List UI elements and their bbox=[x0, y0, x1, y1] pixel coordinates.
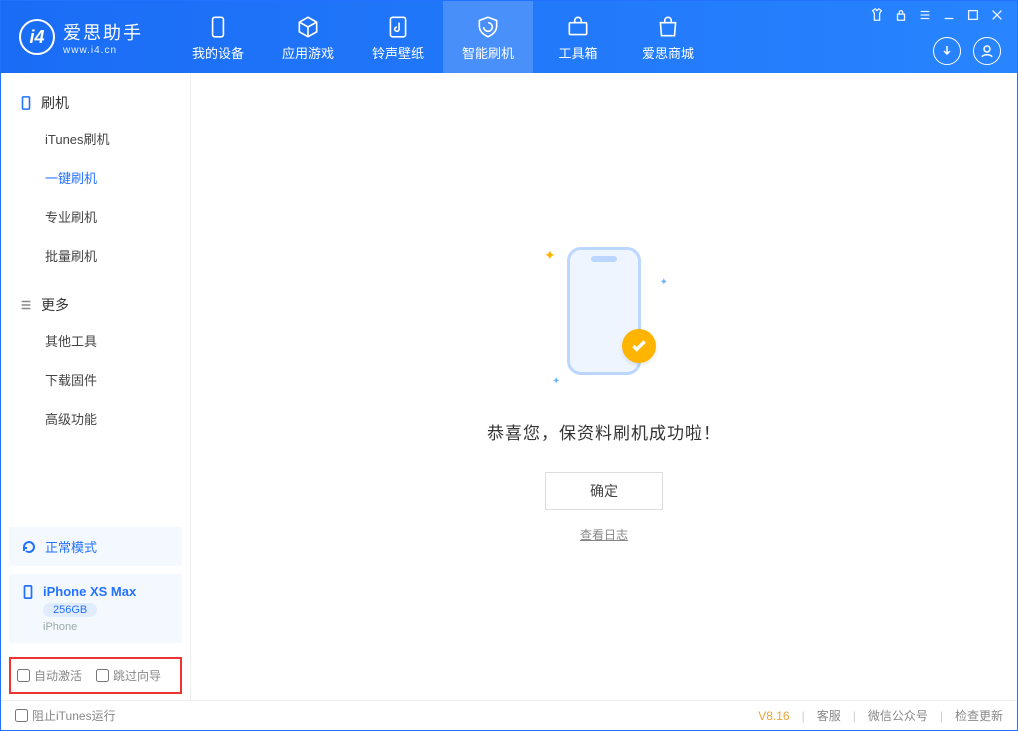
checkbox-label: 跳过向导 bbox=[113, 667, 161, 684]
skip-guide-checkbox[interactable]: 跳过向导 bbox=[96, 667, 161, 684]
nav-smart-flash[interactable]: 智能刷机 bbox=[443, 1, 533, 73]
sidebar-section-more: 更多 其他工具 下载固件 高级功能 bbox=[1, 275, 190, 438]
sidebar-head-label: 更多 bbox=[41, 295, 69, 315]
logo-icon: i4 bbox=[19, 19, 55, 55]
list-icon bbox=[19, 298, 33, 312]
nav-my-device[interactable]: 我的设备 bbox=[173, 1, 263, 73]
nav-store[interactable]: 爱思商城 bbox=[623, 1, 713, 73]
mode-box[interactable]: 正常模式 bbox=[9, 527, 182, 566]
sidebar-section-flash: 刷机 iTunes刷机 一键刷机 专业刷机 批量刷机 bbox=[1, 73, 190, 275]
download-button[interactable] bbox=[933, 37, 961, 65]
options-row: 自动激活 跳过向导 bbox=[9, 657, 182, 694]
main-nav: 我的设备 应用游戏 铃声壁纸 智能刷机 工具箱 爱思商城 bbox=[173, 1, 713, 73]
nav-label: 铃声壁纸 bbox=[372, 43, 424, 62]
toolbox-icon bbox=[565, 13, 591, 41]
confirm-button[interactable]: 确定 bbox=[545, 472, 663, 510]
sidebar: 刷机 iTunes刷机 一键刷机 专业刷机 批量刷机 更多 其他工具 下载固件 … bbox=[1, 73, 191, 700]
check-badge-icon bbox=[622, 329, 656, 363]
nav-ringtones-wallpapers[interactable]: 铃声壁纸 bbox=[353, 1, 443, 73]
header-action-circles bbox=[933, 37, 1001, 65]
lock-icon[interactable] bbox=[893, 7, 909, 23]
app-url: www.i4.cn bbox=[63, 45, 143, 56]
phone-icon bbox=[19, 96, 33, 110]
success-message: 恭喜您，保资料刷机成功啦！ bbox=[487, 419, 721, 444]
logo[interactable]: i4 爱思助手 www.i4.cn bbox=[1, 19, 161, 56]
menu-icon[interactable] bbox=[917, 7, 933, 23]
sidebar-item-download-firmware[interactable]: 下载固件 bbox=[1, 360, 190, 399]
device-storage-badge: 256GB bbox=[43, 603, 97, 617]
minimize-icon[interactable] bbox=[941, 7, 957, 23]
bag-icon bbox=[655, 13, 681, 41]
sidebar-item-batch-flash[interactable]: 批量刷机 bbox=[1, 236, 190, 275]
nav-toolbox[interactable]: 工具箱 bbox=[533, 1, 623, 73]
app-name: 爱思助手 bbox=[63, 19, 143, 45]
checkbox-label: 阻止iTunes运行 bbox=[32, 707, 116, 724]
sidebar-item-advanced[interactable]: 高级功能 bbox=[1, 399, 190, 438]
footer-link-wechat[interactable]: 微信公众号 bbox=[868, 707, 928, 724]
nav-label: 工具箱 bbox=[558, 43, 597, 62]
logo-text: 爱思助手 www.i4.cn bbox=[63, 19, 143, 56]
shield-refresh-icon bbox=[475, 13, 501, 41]
shirt-icon[interactable] bbox=[869, 7, 885, 23]
footer-link-update[interactable]: 检查更新 bbox=[955, 707, 1003, 724]
window-controls bbox=[869, 7, 1005, 23]
nav-apps-games[interactable]: 应用游戏 bbox=[263, 1, 353, 73]
device-box[interactable]: iPhone XS Max 256GB iPhone bbox=[9, 574, 182, 643]
sparkle-icon: ✦ bbox=[544, 247, 556, 264]
nav-label: 应用游戏 bbox=[282, 43, 334, 62]
status-bar: 阻止iTunes运行 V8.16 | 客服 | 微信公众号 | 检查更新 bbox=[1, 700, 1017, 730]
sidebar-item-pro-flash[interactable]: 专业刷机 bbox=[1, 197, 190, 236]
footer-link-support[interactable]: 客服 bbox=[817, 707, 841, 724]
user-button[interactable] bbox=[973, 37, 1001, 65]
main-content: ✦ ✦ ✦ 恭喜您，保资料刷机成功啦！ 确定 查看日志 bbox=[191, 73, 1017, 700]
maximize-icon[interactable] bbox=[965, 7, 981, 23]
view-log-link[interactable]: 查看日志 bbox=[580, 526, 628, 543]
checkbox-label: 自动激活 bbox=[34, 667, 82, 684]
device-type: iPhone bbox=[43, 621, 170, 633]
device-icon bbox=[205, 13, 231, 41]
sidebar-item-oneclick-flash[interactable]: 一键刷机 bbox=[1, 158, 190, 197]
sidebar-head-label: 刷机 bbox=[41, 93, 69, 113]
cube-icon bbox=[295, 13, 321, 41]
sidebar-item-itunes-flash[interactable]: iTunes刷机 bbox=[1, 119, 190, 158]
success-illustration: ✦ ✦ ✦ bbox=[534, 231, 674, 391]
title-bar: i4 爱思助手 www.i4.cn 我的设备 应用游戏 铃声壁纸 智能刷机 工具… bbox=[1, 1, 1017, 73]
music-file-icon bbox=[385, 13, 411, 41]
phone-icon bbox=[21, 585, 35, 599]
sidebar-head-more[interactable]: 更多 bbox=[1, 289, 190, 321]
mode-label: 正常模式 bbox=[45, 537, 97, 556]
auto-activate-checkbox[interactable]: 自动激活 bbox=[17, 667, 82, 684]
body: 刷机 iTunes刷机 一键刷机 专业刷机 批量刷机 更多 其他工具 下载固件 … bbox=[1, 73, 1017, 700]
version-label: V8.16 bbox=[758, 709, 789, 723]
block-itunes-checkbox[interactable]: 阻止iTunes运行 bbox=[15, 707, 116, 724]
nav-label: 爱思商城 bbox=[642, 43, 694, 62]
sparkle-icon: ✦ bbox=[552, 376, 560, 387]
nav-label: 智能刷机 bbox=[462, 43, 514, 62]
device-name: iPhone XS Max bbox=[43, 584, 136, 599]
close-icon[interactable] bbox=[989, 7, 1005, 23]
sidebar-item-other-tools[interactable]: 其他工具 bbox=[1, 321, 190, 360]
nav-label: 我的设备 bbox=[192, 43, 244, 62]
sparkle-icon: ✦ bbox=[660, 277, 668, 288]
refresh-icon bbox=[21, 539, 37, 555]
sidebar-head-flash[interactable]: 刷机 bbox=[1, 87, 190, 119]
